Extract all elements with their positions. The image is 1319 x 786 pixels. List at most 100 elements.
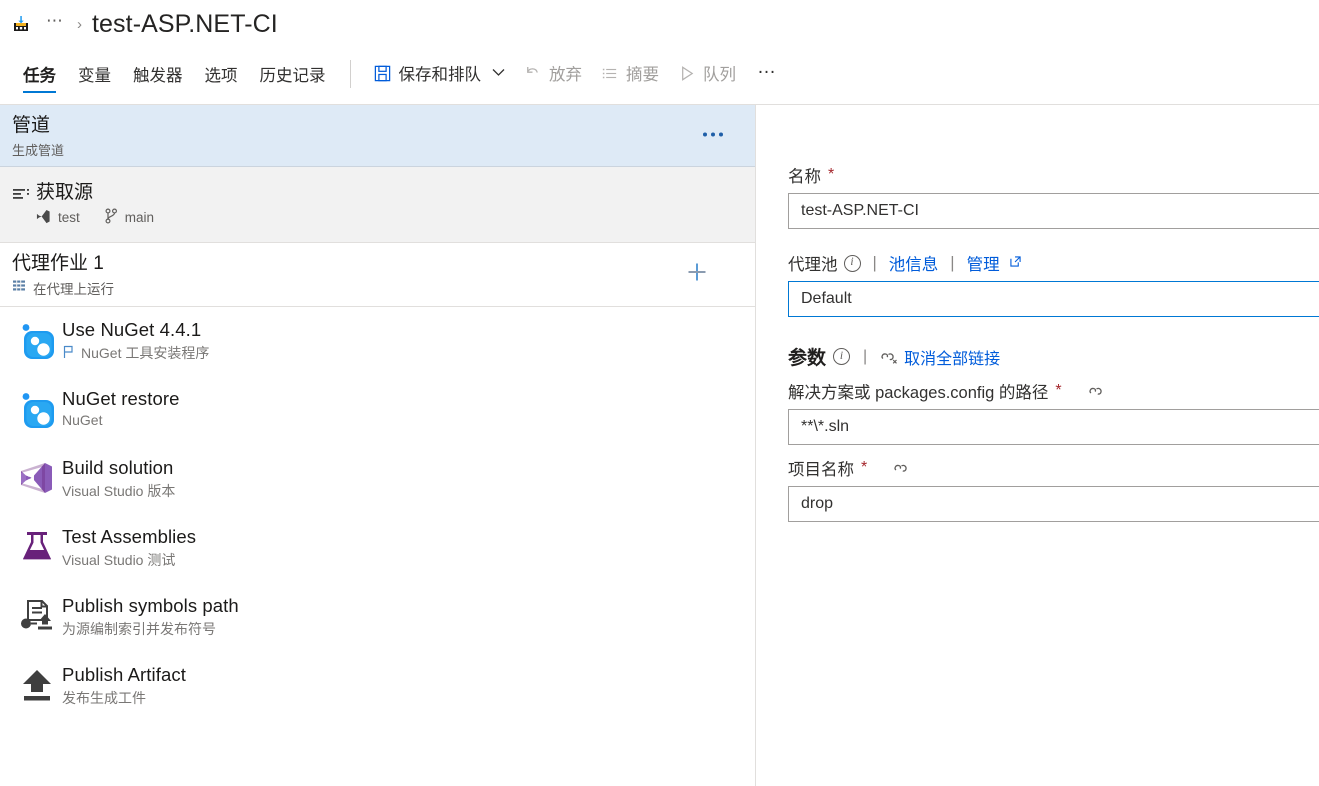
summary-label: 摘要 [626, 66, 659, 84]
branch-name: main [124, 210, 155, 225]
info-icon[interactable]: i [843, 254, 861, 272]
name-input-value: test-ASP.NET-CI [801, 202, 919, 219]
pipeline-node-more-button[interactable] [702, 123, 724, 143]
name-required-marker: * [828, 166, 835, 183]
flag-icon [62, 345, 75, 362]
agent-job-node[interactable]: 代理作业 1 在代理上运行 [0, 243, 755, 307]
tab-variables[interactable]: 变量 [67, 48, 122, 105]
tab-history[interactable]: 历史记录 [249, 48, 337, 105]
pipeline-node-subtitle: 生成管道 [12, 143, 65, 158]
get-sources-title: 获取源 [36, 182, 94, 203]
save-and-queue-label: 保存和排队 [398, 66, 482, 84]
task-subtitle-row: Visual Studio 版本 [62, 481, 175, 501]
save-and-queue-button[interactable]: 保存和排队 [364, 48, 515, 85]
tab-triggers[interactable]: 触发器 [122, 48, 194, 105]
link-icon[interactable] [1088, 384, 1106, 399]
visualstudio-icon [18, 456, 62, 497]
get-sources-text: 获取源 test main [36, 181, 178, 227]
task-row[interactable]: Use NuGet 4.4.1 NuGet 工具安装程序 [0, 307, 755, 376]
nuget-icon [18, 318, 62, 361]
page-title: test-ASP.NET-CI [92, 9, 278, 38]
pipeline-tree-panel: 管道 生成管道 获取源 test main 代理作业 1 在代理上运行 Use … [0, 105, 756, 786]
unlink-all-button[interactable]: 取消全部链接 [880, 345, 1000, 369]
name-input[interactable]: test-ASP.NET-CI [788, 193, 1319, 229]
queue-button[interactable]: 队列 [668, 48, 745, 85]
manage-pool-link[interactable]: 管理 [967, 251, 1000, 275]
task-title: Test Assemblies [62, 526, 197, 547]
queue-label: 队列 [703, 66, 736, 84]
flask-icon [18, 525, 62, 566]
task-title: Build solution [62, 457, 174, 478]
parameters-title: 参数 [788, 348, 827, 369]
task-text: Publish Artifact 发布生成工件 [62, 663, 186, 708]
task-subtitle: NuGet [62, 412, 103, 428]
branch-meta: main [104, 208, 154, 227]
discard-label: 放弃 [549, 66, 582, 84]
toolbar-overflow-button[interactable]: … [745, 48, 791, 79]
task-title: Publish symbols path [62, 595, 239, 616]
task-text: Use NuGet 4.4.1 NuGet 工具安装程序 [62, 318, 209, 363]
task-row[interactable]: Test Assemblies Visual Studio 测试 [0, 514, 755, 583]
task-row[interactable]: Publish Artifact 发布生成工件 [0, 652, 755, 721]
task-title: NuGet restore [62, 388, 180, 409]
pipeline-node[interactable]: 管道 生成管道 [0, 105, 755, 167]
tab-tasks[interactable]: 任务 [12, 48, 67, 105]
add-task-button[interactable] [684, 259, 710, 285]
info-icon[interactable]: i [833, 348, 851, 365]
discard-button[interactable]: 放弃 [514, 48, 591, 85]
task-subtitle-row: NuGet 工具安装程序 [62, 343, 209, 363]
content-area: 管道 生成管道 获取源 test main 代理作业 1 在代理上运行 Use … [0, 105, 1319, 786]
link-icon[interactable] [893, 461, 911, 476]
project-name-label-row: 项目名称 * [788, 456, 1319, 480]
task-text: NuGet restore NuGet [62, 387, 180, 428]
solution-path-input[interactable]: **\*.sln [788, 409, 1319, 445]
task-subtitle-row: 发布生成工件 [62, 688, 186, 708]
summary-button[interactable]: 摘要 [591, 48, 668, 85]
chevron-down-icon[interactable] [492, 66, 505, 80]
pipeline-node-title: 管道 [12, 115, 51, 136]
label-separator: | [863, 347, 868, 365]
get-sources-node[interactable]: 获取源 test main [0, 167, 755, 243]
list-icon [600, 64, 619, 83]
name-label-row: 名称 * [788, 163, 1319, 187]
repo-name: test [58, 210, 80, 225]
task-title: Use NuGet 4.4.1 [62, 319, 202, 340]
undo-icon [523, 64, 542, 83]
tab-options[interactable]: 选项 [194, 48, 249, 105]
breadcrumb-ellipsis[interactable]: ⋯ [42, 11, 69, 38]
agent-job-subtitle: 在代理上运行 [33, 282, 114, 297]
pipeline-icon [10, 13, 32, 35]
project-name-label: 项目名称 [788, 461, 854, 479]
project-name-value: drop [801, 495, 834, 512]
agent-pool-value: Default [801, 290, 852, 307]
parameters-header: 参数 i | 取消全部链接 [788, 343, 1319, 370]
unlink-all-label: 取消全部链接 [904, 350, 1001, 368]
agent-pool-label-row: 代理池 i | 池信息 | 管理 [788, 251, 1319, 275]
agent-pool-select[interactable]: Default [788, 281, 1319, 317]
agent-icon [12, 279, 26, 298]
task-row[interactable]: Build solution Visual Studio 版本 [0, 445, 755, 514]
project-name-input[interactable]: drop [788, 486, 1319, 522]
task-subtitle: 为源编制索引并发布符号 [62, 621, 216, 637]
unlink-icon [880, 349, 898, 365]
solution-path-label-row: 解决方案或 packages.config 的路径 * [788, 379, 1319, 403]
task-title: Publish Artifact [62, 664, 186, 685]
task-subtitle-row: 为源编制索引并发布符号 [62, 619, 239, 639]
task-row[interactable]: NuGet restore NuGet [0, 376, 755, 445]
external-link-icon[interactable] [1009, 256, 1021, 270]
task-row[interactable]: Publish symbols path 为源编制索引并发布符号 [0, 583, 755, 652]
play-icon [677, 64, 696, 83]
task-text: Test Assemblies Visual Studio 测试 [62, 525, 196, 570]
breadcrumb: ⋯ › test-ASP.NET-CI [0, 0, 1319, 48]
publish-symbols-icon [18, 594, 62, 635]
label-separator: | [872, 253, 877, 272]
task-text: Build solution Visual Studio 版本 [62, 456, 175, 501]
pool-information-link[interactable]: 池信息 [889, 251, 939, 275]
agent-job-title: 代理作业 1 [12, 253, 104, 274]
nuget-icon [18, 387, 62, 430]
project-name-required-marker: * [861, 459, 868, 476]
task-subtitle-row: NuGet [62, 412, 180, 428]
get-sources-meta: test main [36, 208, 178, 227]
task-subtitle-row: Visual Studio 测试 [62, 550, 196, 570]
toolbar-actions: 保存和排队 放弃 摘要 队列 … [364, 48, 791, 85]
